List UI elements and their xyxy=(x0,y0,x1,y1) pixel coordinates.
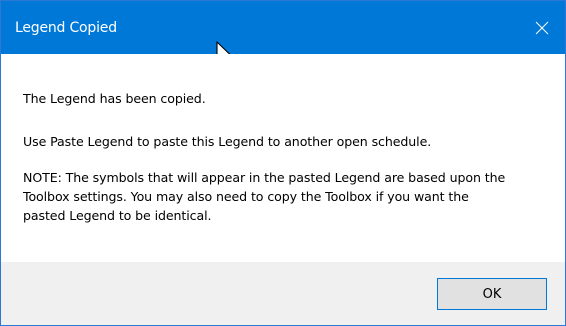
dialog-window: Legend Copied The Legend has been copied… xyxy=(0,0,566,326)
note-line: Toolbox settings. You may also need to c… xyxy=(23,189,469,204)
message-area: The Legend has been copied. Use Paste Le… xyxy=(1,54,565,262)
close-icon xyxy=(535,21,549,35)
note-line: NOTE: The symbols that will appear in th… xyxy=(23,170,506,185)
window-title: Legend Copied xyxy=(15,20,117,36)
message-copied: The Legend has been copied. xyxy=(23,91,206,106)
message-note: NOTE: The symbols that will appear in th… xyxy=(23,168,543,225)
message-paste-hint: Use Paste Legend to paste this Legend to… xyxy=(23,134,432,149)
button-bar: OK xyxy=(1,262,565,325)
title-bar[interactable]: Legend Copied xyxy=(1,1,565,54)
close-button[interactable] xyxy=(519,1,565,54)
note-line: pasted Legend to be identical. xyxy=(23,208,212,223)
ok-button[interactable]: OK xyxy=(437,278,547,310)
